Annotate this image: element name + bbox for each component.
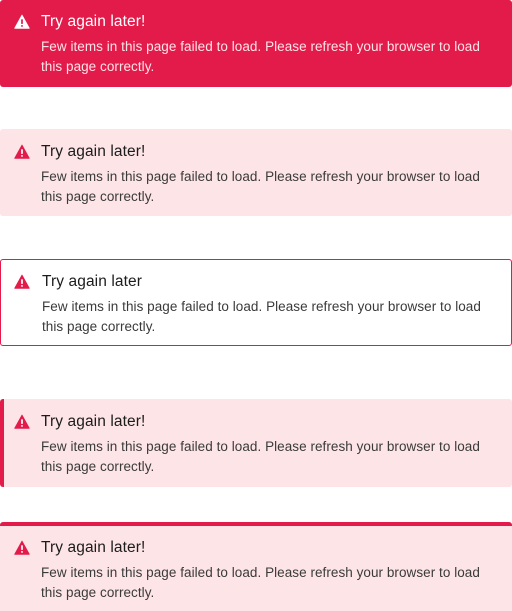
alert-message: Few items in this page failed to load. P… xyxy=(41,565,480,600)
alert-title: Try again later! xyxy=(41,539,146,556)
alert-title: Try again later! xyxy=(41,143,146,160)
alert-title: Try again later xyxy=(42,273,142,290)
warning-triangle-icon xyxy=(14,414,30,430)
alert-message: Few items in this page failed to load. P… xyxy=(41,39,480,74)
alert-top-accent: Try again later! Few items in this page … xyxy=(0,522,512,611)
alert-title: Try again later! xyxy=(41,413,146,430)
warning-triangle-icon xyxy=(14,540,30,556)
warning-triangle-icon xyxy=(14,274,30,290)
alert-soft: Try again later! Few items in this page … xyxy=(0,129,512,216)
alert-message: Few items in this page failed to load. P… xyxy=(41,439,480,474)
alert-title: Try again later! xyxy=(41,13,146,30)
alert-message: Few items in this page failed to load. P… xyxy=(42,299,481,334)
alert-left-accent: Try again later! Few items in this page … xyxy=(0,399,512,487)
warning-triangle-icon xyxy=(14,144,30,160)
alert-solid: Try again later! Few items in this page … xyxy=(0,0,512,87)
warning-triangle-icon xyxy=(14,14,30,30)
alert-outline: Try again later Few items in this page f… xyxy=(0,259,512,346)
alert-message: Few items in this page failed to load. P… xyxy=(41,169,480,204)
